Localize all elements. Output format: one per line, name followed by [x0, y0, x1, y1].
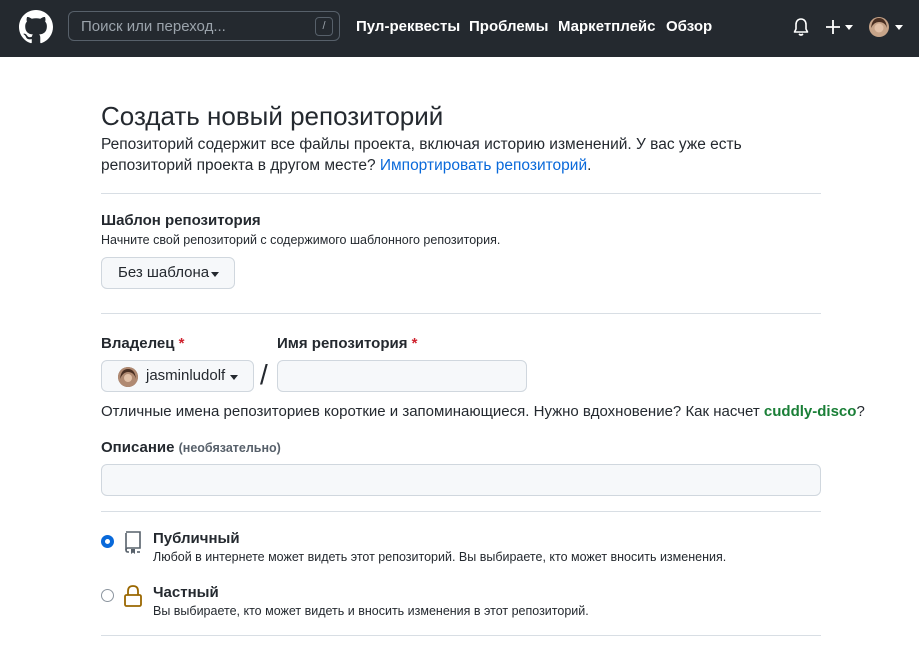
nav-explore[interactable]: Обзор	[666, 18, 712, 35]
page-title: Создать новый репозиторий	[101, 101, 444, 131]
private-option-title: Частный	[153, 584, 219, 601]
avatar	[118, 367, 138, 387]
repo-icon	[125, 531, 141, 554]
slash-shortcut-key: /	[315, 17, 333, 36]
template-note: Начните свой репозиторий с содержимого ш…	[101, 233, 501, 247]
divider	[101, 193, 821, 194]
lead-end: .	[587, 157, 592, 174]
avatar[interactable]	[868, 16, 904, 38]
repo-name-label: Имя репозитория *	[277, 335, 417, 352]
optional-mark: (необязательно)	[178, 441, 281, 455]
repo-name-label-text: Имя репозитория	[277, 335, 408, 352]
search-input[interactable]: Поиск или переход... /	[68, 11, 340, 41]
hint-text: Отличные имена репозиториев короткие и з…	[101, 403, 764, 420]
plus-icon[interactable]	[826, 18, 854, 36]
nav-pull-requests[interactable]: Пул-реквесты	[356, 18, 460, 35]
hint-end: ?	[856, 403, 865, 420]
import-repository-link[interactable]: Импортировать репозиторий	[380, 157, 587, 174]
owner-label-text: Владелец	[101, 335, 175, 352]
owner-select-label: jasminludolf	[146, 367, 226, 384]
repo-name-hint: Отличные имена репозиториев короткие и з…	[101, 403, 865, 420]
private-option-description: Вы выбираете, кто может видеть и вносить…	[153, 604, 589, 618]
name-suggestion[interactable]: cuddly-disco	[764, 403, 857, 420]
owner-select-button[interactable]: jasminludolf	[101, 360, 254, 392]
divider	[101, 635, 821, 636]
search-placeholder: Поиск или переход...	[81, 18, 226, 35]
template-label: Шаблон репозитория	[101, 212, 261, 229]
chevron-down-icon	[230, 375, 238, 380]
owner-label: Владелец *	[101, 335, 184, 352]
template-select-label: Без шаблона	[118, 264, 210, 281]
required-mark: *	[411, 335, 418, 352]
divider	[101, 313, 821, 314]
public-option-description: Любой в интернете может видеть этот репо…	[153, 550, 727, 564]
description-label: Описание (необязательно)	[101, 439, 281, 456]
github-logo-icon[interactable]	[19, 10, 53, 44]
bell-icon[interactable]	[792, 17, 810, 37]
required-mark: *	[178, 335, 185, 352]
description-label-text: Описание	[101, 439, 175, 456]
description-input[interactable]	[101, 464, 821, 496]
private-radio[interactable]	[101, 589, 114, 602]
nav-issues[interactable]: Проблемы	[469, 18, 548, 35]
owner-repo-separator: /	[260, 359, 268, 390]
lock-icon	[124, 585, 142, 607]
top-navigation-bar: Поиск или переход... / Пул-реквесты Проб…	[0, 0, 919, 57]
divider	[101, 511, 821, 512]
chevron-down-icon	[211, 272, 219, 277]
public-option-title: Публичный	[153, 530, 240, 547]
template-select-button[interactable]: Без шаблона	[101, 257, 235, 289]
public-radio[interactable]	[101, 535, 114, 548]
repo-name-input[interactable]	[277, 360, 527, 392]
nav-marketplace[interactable]: Маркетплейс	[558, 18, 655, 35]
page-lead: Репозиторий содержит все файлы проекта, …	[101, 134, 801, 176]
